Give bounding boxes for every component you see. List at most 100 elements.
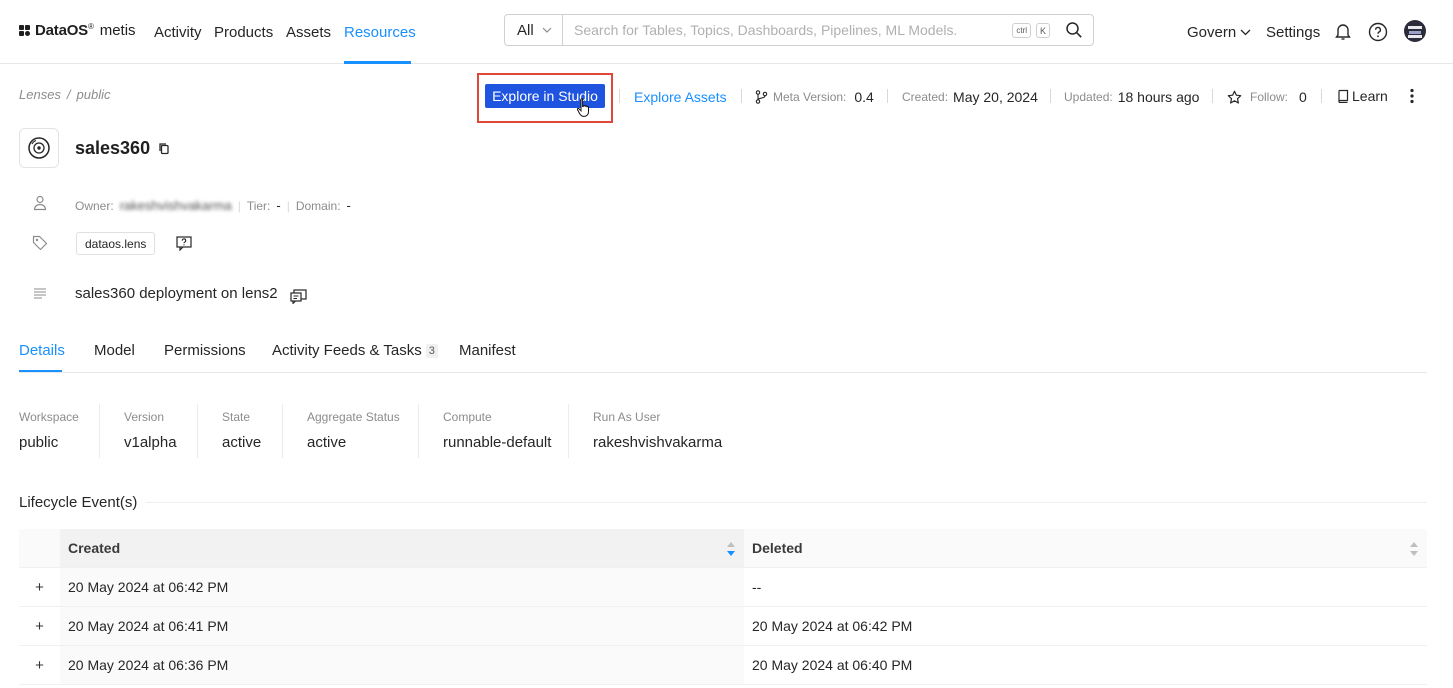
cell-created: 20 May 2024 at 06:41 PM	[60, 607, 744, 645]
brand-subtitle: metis	[99, 22, 136, 39]
table-row: + 20 May 2024 at 06:41 PM 20 May 2024 at…	[19, 607, 1427, 646]
lifecycle-title: Lifecycle Event(s)	[19, 494, 138, 511]
created-value: May 20, 2024	[953, 89, 1038, 105]
tab-permissions[interactable]: Permissions	[164, 342, 246, 359]
detail-label: Workspace	[19, 410, 79, 424]
tag-chip[interactable]: dataos.lens	[76, 232, 156, 255]
owner-value[interactable]: rakeshvishvakarma	[120, 198, 232, 213]
breadcrumb: Lenses / public	[19, 87, 111, 102]
chevron-down-icon	[1240, 29, 1251, 36]
nav-link-activity[interactable]: Activity	[154, 24, 202, 41]
active-nav-indicator	[344, 61, 411, 64]
activity-count-badge: 3	[425, 343, 438, 358]
tab-label: Model	[94, 342, 135, 359]
tab-model[interactable]: Model	[94, 342, 135, 359]
owner-label: Owner:	[75, 198, 114, 213]
breadcrumb-lenses[interactable]: Lenses	[19, 87, 61, 102]
detail-value: active	[307, 434, 347, 451]
detail-value: active	[222, 434, 262, 451]
detail-label: State	[222, 410, 251, 424]
meta-version-value: 0.4	[854, 89, 874, 105]
cell-deleted: --	[752, 579, 762, 595]
detail-label: Run As User	[593, 410, 661, 424]
logo-mark-icon	[19, 24, 31, 37]
domain-label: Domain:	[295, 198, 341, 213]
tab-label: Activity Feeds & Tasks	[272, 342, 422, 359]
updated-date: Updated: 18 hours ago	[1064, 89, 1199, 105]
kbd-ctrl: ctrl	[1012, 22, 1031, 38]
sort-descending-icon[interactable]	[726, 541, 736, 557]
search-scope-value: All	[517, 21, 534, 39]
updated-value: 18 hours ago	[1117, 89, 1200, 105]
book-icon	[1338, 89, 1349, 103]
top-navigation-bar: DataOS® metis Activity Products Assets R…	[0, 0, 1453, 64]
dataos-logo[interactable]: DataOS® metis	[19, 22, 136, 39]
created-date: Created: May 20, 2024	[902, 89, 1038, 105]
avatar[interactable]	[1404, 20, 1426, 42]
column-created[interactable]: Created	[60, 529, 744, 567]
follow-button[interactable]: Follow: 0	[1227, 89, 1307, 105]
nav-link-assets[interactable]: Assets	[286, 24, 331, 41]
search-scope-select[interactable]: All	[505, 15, 563, 45]
description-icon	[31, 284, 49, 302]
more-options-icon[interactable]	[1406, 88, 1418, 104]
user-icon	[31, 194, 49, 212]
domain-value: -	[346, 198, 351, 213]
copy-icon[interactable]	[158, 142, 170, 155]
detail-aggregate-status: Aggregate Status active	[307, 410, 400, 451]
breadcrumb-public[interactable]: public	[77, 87, 111, 102]
expand-row-icon[interactable]: +	[31, 579, 48, 596]
table-header: Created Deleted	[19, 529, 1427, 568]
follow-count: 0	[1299, 89, 1307, 105]
tab-manifest[interactable]: Manifest	[459, 342, 516, 359]
expand-row-icon[interactable]: +	[31, 657, 48, 674]
owner-tier-domain: Owner: rakeshvishvakarma | Tier: - | Dom…	[75, 198, 351, 213]
tab-activity-feeds[interactable]: Activity Feeds & Tasks 3	[272, 342, 438, 359]
kbd-k: K	[1035, 22, 1050, 38]
brand-name: DataOS	[35, 22, 88, 39]
detail-value: rakeshvishvakarma	[593, 434, 723, 451]
detail-workspace: Workspace public	[19, 410, 79, 451]
detail-value: public	[19, 434, 59, 451]
lens-icon	[28, 137, 50, 159]
tab-details[interactable]: Details	[19, 342, 65, 359]
search-input[interactable]	[563, 15, 1013, 45]
detail-label: Compute	[443, 410, 492, 424]
follow-label: Follow:	[1250, 90, 1289, 104]
govern-menu[interactable]: Govern	[1187, 24, 1251, 41]
star-icon	[1227, 90, 1242, 104]
table-row: + 20 May 2024 at 06:36 PM 20 May 2024 at…	[19, 646, 1427, 685]
detail-run-as-user: Run As User rakeshvishvakarma	[593, 410, 722, 451]
detail-compute: Compute runnable-default	[443, 410, 551, 451]
tag-icon	[31, 234, 49, 252]
help-icon[interactable]	[1368, 22, 1388, 42]
cell-deleted: 20 May 2024 at 06:42 PM	[752, 618, 913, 634]
table-row: + 20 May 2024 at 06:42 PM --	[19, 568, 1427, 607]
explore-assets-link[interactable]: Explore Assets	[634, 89, 727, 105]
detail-state: State active	[222, 410, 261, 451]
settings-link[interactable]: Settings	[1266, 24, 1320, 41]
lens-entity-icon	[19, 128, 59, 168]
meta-version[interactable]: Meta Version: 0.4	[755, 89, 874, 105]
search-icon[interactable]	[1065, 21, 1083, 39]
nav-link-products[interactable]: Products	[214, 24, 273, 41]
nav-link-resources[interactable]: Resources	[344, 24, 416, 41]
created-label: Created:	[902, 90, 949, 104]
description-request-icon[interactable]	[290, 289, 307, 304]
tag-request-icon[interactable]	[176, 236, 192, 251]
entity-title: sales360	[75, 138, 151, 158]
learn-label: Learn	[1352, 88, 1388, 104]
tab-label: Manifest	[459, 342, 516, 359]
sort-icon[interactable]	[1409, 541, 1419, 557]
expand-row-icon[interactable]: +	[31, 618, 48, 635]
column-label: Deleted	[752, 540, 803, 556]
column-deleted[interactable]: Deleted	[744, 529, 1427, 567]
learn-button[interactable]: Learn	[1337, 88, 1388, 104]
detail-value: v1alpha	[124, 434, 177, 451]
bell-icon[interactable]	[1334, 22, 1352, 41]
column-label: Created	[68, 540, 121, 556]
cell-created: 20 May 2024 at 06:42 PM	[60, 568, 744, 606]
detail-version: Version v1alpha	[124, 410, 177, 451]
tier-label: Tier:	[246, 198, 271, 213]
tab-label: Permissions	[164, 342, 246, 359]
